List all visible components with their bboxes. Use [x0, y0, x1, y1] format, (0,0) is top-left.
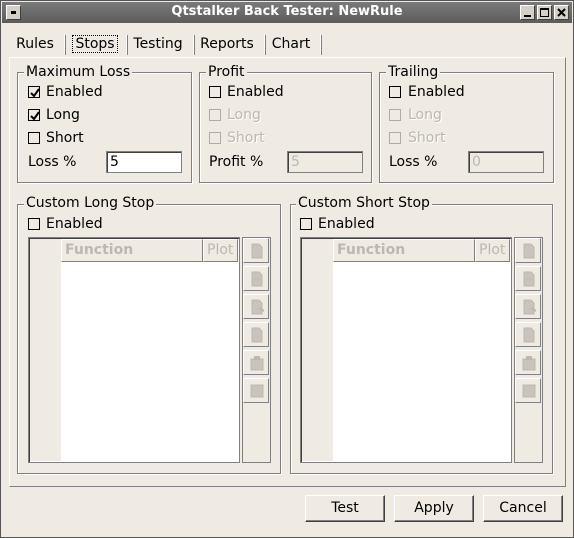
max-loss-short-label: Short: [46, 130, 84, 146]
trailing-long-label: Long: [408, 107, 442, 123]
custom-long-stop-title: Custom Long Stop: [24, 195, 157, 211]
trailing-loss-percent-input[interactable]: 0: [468, 151, 544, 173]
custom-long-enabled-checkbox[interactable]: [28, 218, 40, 230]
maximum-loss-title: Maximum Loss: [24, 64, 133, 80]
table-corner: [30, 239, 61, 262]
trailing-title: Trailing: [386, 64, 441, 80]
cancel-button[interactable]: Cancel: [483, 495, 563, 522]
tab-divider: [264, 35, 266, 55]
table-row-header: [302, 239, 333, 461]
custom-long-enabled-label: Enabled: [46, 216, 103, 232]
max-loss-long-checkbox[interactable]: [28, 109, 40, 121]
profit-percent-label: Profit %: [209, 154, 264, 170]
column-header-plot[interactable]: Plot: [203, 239, 238, 262]
loss-percent-label: Loss %: [28, 154, 77, 170]
apply-button[interactable]: Apply: [394, 495, 474, 522]
window-title: Qtstalker Back Tester: NewRule: [171, 4, 403, 19]
tab-chart[interactable]: Chart: [268, 33, 314, 57]
column-header-function[interactable]: Function: [333, 239, 475, 262]
trailing-enabled-label: Enabled: [408, 84, 465, 100]
custom-long-toolbar: [242, 237, 271, 463]
max-loss-short-checkbox[interactable]: [28, 132, 40, 144]
custom-long-function-table[interactable]: Function Plot: [28, 237, 240, 463]
trailing-enabled-checkbox[interactable]: [389, 86, 401, 98]
custom-short-enabled-checkbox[interactable]: [300, 218, 312, 230]
custom-short-stop-title: Custom Short Stop: [296, 195, 432, 211]
table-corner: [302, 239, 333, 262]
loss-percent-input[interactable]: 5: [106, 151, 182, 173]
profit-short-label: Short: [227, 130, 265, 146]
stop-icon[interactable]: [243, 378, 269, 403]
custom-short-enabled-label: Enabled: [318, 216, 375, 232]
max-loss-enabled-label: Enabled: [46, 84, 103, 100]
tab-rules[interactable]: Rules: [13, 33, 57, 57]
profit-long-checkbox[interactable]: [209, 109, 221, 121]
tab-stops[interactable]: Stops: [69, 33, 121, 57]
new-icon[interactable]: [515, 238, 541, 263]
paste-icon[interactable]: [515, 350, 541, 375]
tab-divider: [64, 35, 66, 55]
column-header-plot[interactable]: Plot: [475, 239, 510, 262]
copy-icon[interactable]: [515, 322, 541, 347]
profit-title: Profit: [206, 64, 247, 80]
delete-icon[interactable]: [243, 294, 269, 319]
copy-icon[interactable]: [243, 322, 269, 347]
custom-short-toolbar: [514, 237, 543, 463]
tab-divider: [126, 35, 128, 55]
title-bar[interactable]: Qtstalker Back Tester: NewRule: [2, 2, 572, 23]
table-row-header: [30, 239, 61, 461]
profit-enabled-checkbox[interactable]: [209, 86, 221, 98]
delete-icon[interactable]: [515, 294, 541, 319]
max-loss-enabled-checkbox[interactable]: [28, 86, 40, 98]
profit-long-label: Long: [227, 107, 261, 123]
edit-icon[interactable]: [515, 266, 541, 291]
trailing-short-label: Short: [408, 130, 446, 146]
close-icon[interactable]: [554, 5, 569, 20]
profit-short-checkbox[interactable]: [209, 132, 221, 144]
paste-icon[interactable]: [243, 350, 269, 375]
tab-divider: [193, 35, 195, 55]
trailing-loss-percent-label: Loss %: [389, 154, 438, 170]
max-loss-long-label: Long: [46, 107, 80, 123]
minimize-icon[interactable]: [520, 5, 535, 20]
tab-divider: [320, 35, 322, 55]
edit-icon[interactable]: [243, 266, 269, 291]
maximize-icon[interactable]: [537, 5, 552, 20]
stop-icon[interactable]: [515, 378, 541, 403]
trailing-short-checkbox[interactable]: [389, 132, 401, 144]
profit-percent-input[interactable]: 5: [287, 151, 363, 173]
profit-enabled-label: Enabled: [227, 84, 284, 100]
test-button[interactable]: Test: [305, 495, 385, 522]
custom-short-function-table[interactable]: Function Plot: [300, 237, 512, 463]
tab-testing[interactable]: Testing: [130, 33, 186, 57]
trailing-long-checkbox[interactable]: [389, 109, 401, 121]
column-header-function[interactable]: Function: [61, 239, 203, 262]
tab-reports[interactable]: Reports: [197, 33, 257, 57]
new-icon[interactable]: [243, 238, 269, 263]
